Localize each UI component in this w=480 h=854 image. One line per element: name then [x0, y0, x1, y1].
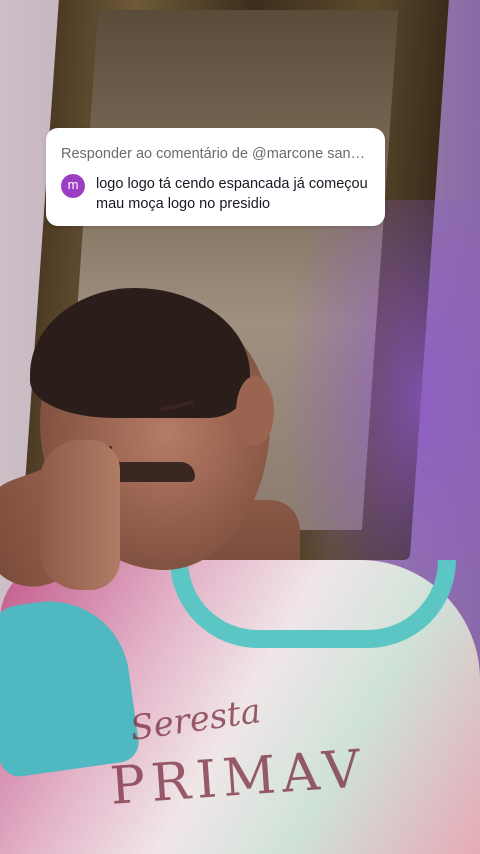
- shirt-print: Seresta PRIMAV: [90, 680, 410, 850]
- person-hand: [40, 440, 120, 590]
- commenter-avatar: m: [61, 174, 85, 198]
- shirt-collar: [170, 560, 456, 648]
- shirt-print-line1: Seresta: [127, 691, 264, 749]
- comment-text: logo logo tá cendo espancada já começou …: [96, 176, 368, 212]
- person-ear: [236, 376, 274, 446]
- shirt-print-line2: PRIMAV: [108, 739, 369, 817]
- reply-header: Responder ao comentário de @marcone san…: [61, 146, 366, 162]
- reply-comment-card[interactable]: Responder ao comentário de @marcone san……: [46, 128, 385, 226]
